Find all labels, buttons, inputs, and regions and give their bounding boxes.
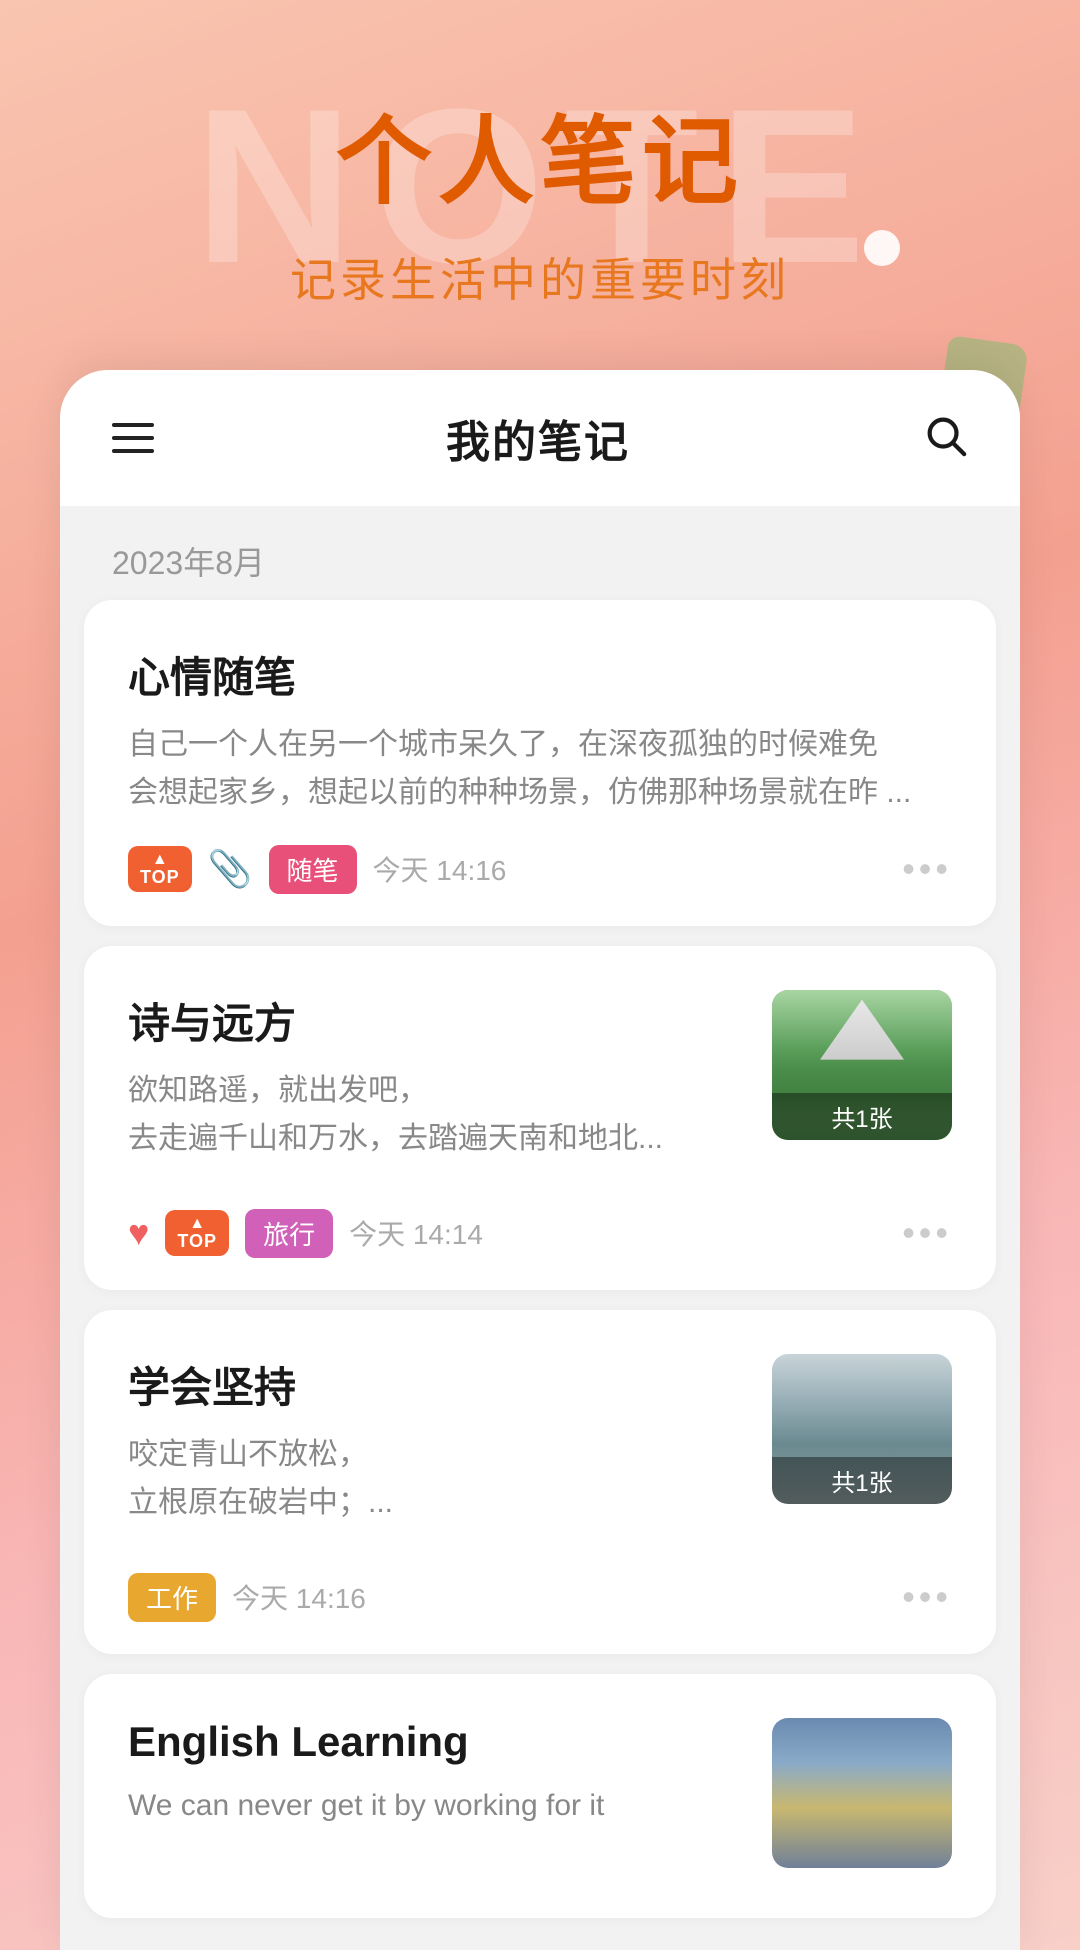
note-image-4 [772,1718,952,1868]
note-preview-4: We can never get it by working for it [128,1782,748,1830]
top-arrow-icon: ▲ [152,852,168,868]
heart-icon-2: ♥ [128,1212,149,1254]
top-arrow-icon-2: ▲ [189,1216,205,1232]
month-section: 2023年8月 [60,506,1020,600]
main-card: 我的笔记 2023年8月 心情随笔 自己一个人在另一个城市呆久了，在深夜孤独的时… [60,370,1020,1950]
notes-list: 心情随笔 自己一个人在另一个城市呆久了，在深夜孤独的时候难免会想起家乡，想起以前… [60,600,1020,1950]
note-card-3[interactable]: 学会坚持 咬定青山不放松，立根原在破岩中；... 共1张 工作 今天 14:16… [84,1310,996,1654]
top-bar: 我的笔记 [60,370,1020,506]
note-card-4[interactable]: English Learning We can never get it by … [84,1674,996,1918]
note-time-3: 今天 14:16 [232,1577,366,1617]
note-time-2: 今天 14:14 [349,1213,483,1253]
img-count-3: 共1张 [772,1457,952,1504]
top-badge-1: ▲ TOP [128,846,192,892]
attach-icon-1: 📎 [208,848,253,890]
search-button[interactable] [922,412,968,463]
note-footer-2: ♥ ▲ TOP 旅行 今天 14:14 ••• [128,1209,952,1258]
more-button-2[interactable]: ••• [902,1212,952,1254]
tag-suibi-1: 随笔 [269,845,357,894]
month-label: 2023年8月 [112,545,265,581]
note-card-1[interactable]: 心情随笔 自己一个人在另一个城市呆久了，在深夜孤独的时候难免会想起家乡，想起以前… [84,600,996,926]
note-preview-2: 欲知路遥，就出发吧，去走遍千山和万水，去踏遍天南和地北... [128,1067,748,1163]
note-footer-1: ▲ TOP 📎 随笔 今天 14:16 ••• [128,845,952,894]
london-img [772,1718,952,1868]
img-count-2: 共1张 [772,1093,952,1140]
tag-gongzuo-3: 工作 [128,1573,216,1622]
note-card-2[interactable]: 诗与远方 欲知路遥，就出发吧，去走遍千山和万水，去踏遍天南和地北... 共1张 … [84,946,996,1290]
top-badge-2: ▲ TOP [165,1210,229,1256]
more-button-3[interactable]: ••• [902,1576,952,1618]
note-header-4: English Learning We can never get it by … [128,1718,952,1868]
note-title-3: 学会坚持 [128,1354,748,1415]
note-title-1: 心情随笔 [128,644,952,705]
hero-subtitle: 记录生活中的重要时刻 [40,244,1040,310]
note-meta-3: 工作 今天 14:16 [128,1573,366,1622]
note-image-2: 共1张 [772,990,952,1140]
note-content-3: 学会坚持 咬定青山不放松，立根原在破岩中；... [128,1354,748,1555]
note-image-3: 共1张 [772,1354,952,1504]
note-time-1: 今天 14:16 [373,849,507,889]
note-preview-3: 咬定青山不放松，立根原在破岩中；... [128,1431,748,1527]
note-meta-2: ♥ ▲ TOP 旅行 今天 14:14 [128,1209,483,1258]
more-button-1[interactable]: ••• [902,848,952,890]
top-bar-title: 我的笔记 [446,406,630,470]
note-meta-1: ▲ TOP 📎 随笔 今天 14:16 [128,845,506,894]
note-footer-3: 工作 今天 14:16 ••• [128,1573,952,1622]
hero-title: 个人笔记 [40,110,1040,216]
tag-lvxing-2: 旅行 [245,1209,333,1258]
note-preview-1: 自己一个人在另一个城市呆久了，在深夜孤独的时候难免会想起家乡，想起以前的种种场景… [128,721,952,817]
note-header-3: 学会坚持 咬定青山不放松，立根原在破岩中；... 共1张 [128,1354,952,1555]
note-content-2: 诗与远方 欲知路遥，就出发吧，去走遍千山和万水，去踏遍天南和地北... [128,990,748,1191]
note-content-4: English Learning We can never get it by … [128,1718,748,1858]
hero-section: 个人笔记 记录生活中的重要时刻 [0,0,1080,370]
menu-button[interactable] [112,423,154,453]
note-header-2: 诗与远方 欲知路遥，就出发吧，去走遍千山和万水，去踏遍天南和地北... 共1张 [128,990,952,1191]
note-title-2: 诗与远方 [128,990,748,1051]
note-title-4: English Learning [128,1718,748,1766]
